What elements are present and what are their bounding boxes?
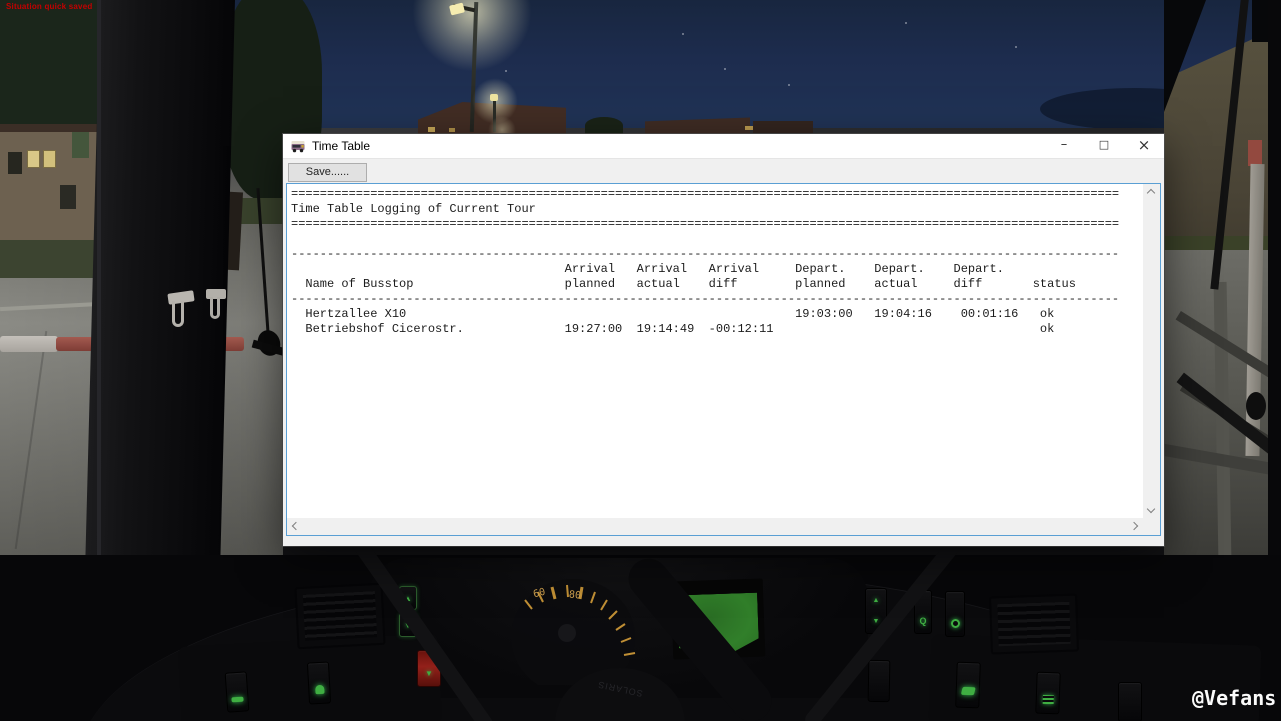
- timetable-textarea[interactable]: ========================================…: [286, 183, 1161, 536]
- game-viewport: 60 80 ▲ ▼ ▼ ▲ ▼ Q: [0, 0, 1281, 721]
- watermark: @Vefans: [1192, 686, 1277, 710]
- steering-wheel-brand: SOLARIS: [596, 679, 644, 699]
- horizontal-scrollbar[interactable]: [287, 518, 1143, 535]
- timetable-window: Time Table – □ × Save...... ============…: [283, 134, 1164, 546]
- unlit-switch[interactable]: [867, 659, 891, 703]
- down-arrow-icon: ▼: [425, 669, 433, 678]
- close-button[interactable]: ×: [1124, 134, 1164, 158]
- window-titlebar[interactable]: Time Table – □ ×: [283, 134, 1164, 158]
- grid-switch[interactable]: [1035, 671, 1061, 715]
- ring-indicator-switch[interactable]: [945, 591, 965, 637]
- minimize-button[interactable]: –: [1044, 134, 1084, 158]
- bus-icon: [291, 141, 305, 153]
- vent-slats: [302, 591, 378, 641]
- maximize-button[interactable]: □: [1084, 134, 1124, 158]
- timetable-log[interactable]: ========================================…: [288, 185, 1143, 519]
- save-button[interactable]: Save......: [288, 163, 367, 182]
- lower-switch-left2[interactable]: [306, 661, 332, 705]
- window-toolbar: Save......: [283, 158, 1164, 184]
- scroll-down-icon[interactable]: [1146, 504, 1156, 514]
- vent-slats: [997, 601, 1071, 647]
- window-controls: – □ ×: [1044, 134, 1164, 158]
- quicksave-message: Situation quick saved: [6, 2, 93, 11]
- window-title: Time Table: [312, 139, 371, 153]
- vertical-scrollbar[interactable]: [1143, 184, 1160, 518]
- unlit-switch[interactable]: [1118, 682, 1142, 721]
- green-figure-icon: [314, 684, 325, 694]
- scroll-up-icon[interactable]: [1146, 188, 1156, 198]
- up-arrow-icon: ▲: [872, 597, 880, 604]
- speedo-label-80: 80: [568, 589, 581, 601]
- circle-indicator-icon: [950, 618, 960, 628]
- kneeling-switch[interactable]: [955, 661, 981, 709]
- air-vent-right: [989, 593, 1079, 655]
- kneeling-bus-icon: [960, 686, 976, 696]
- scrollbar-corner: [1143, 518, 1160, 535]
- scroll-left-icon[interactable]: [291, 521, 301, 531]
- green-bar-icon: [231, 696, 244, 702]
- lower-switch-left1[interactable]: [224, 671, 250, 713]
- q-symbol-icon: Q: [919, 615, 927, 626]
- green-grid-icon: [1042, 694, 1054, 704]
- scroll-right-icon[interactable]: [1129, 521, 1139, 531]
- air-vent-left: [294, 582, 386, 650]
